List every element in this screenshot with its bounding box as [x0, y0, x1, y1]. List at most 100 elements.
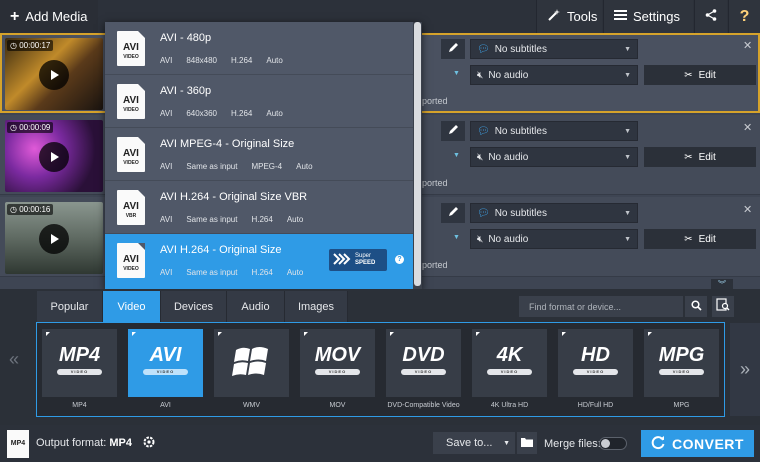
- convert-label: CONVERT: [672, 435, 744, 452]
- subtitles-select[interactable]: 💬︎ No subtitles ▼: [470, 203, 638, 223]
- format-panel: Popular Video Devices Audio Images Find …: [0, 289, 760, 425]
- format-card-4k[interactable]: 4K VIDEO: [472, 329, 547, 397]
- chevron-down-icon[interactable]: ▼: [453, 152, 460, 159]
- edit-pencil-button[interactable]: [441, 121, 465, 141]
- subtitles-value: No subtitles: [494, 43, 547, 55]
- preset-title: AVI H.264 - Original Size VBR: [160, 191, 308, 203]
- format-card-dvd[interactable]: DVD VIDEO: [386, 329, 461, 397]
- format-card-avi[interactable]: AVI VIDEO: [128, 329, 203, 397]
- format-card-mp4[interactable]: MP4 VIDEO: [42, 329, 117, 397]
- format-caption: HD/Full HD: [577, 402, 614, 409]
- scrollbar-thumb[interactable]: [414, 22, 421, 286]
- preset-item[interactable]: AVI VBR AVI H.264 - Original Size VBR AVI…: [105, 181, 413, 234]
- subtitles-select[interactable]: 💬︎ No subtitles ▼: [470, 121, 638, 141]
- preset-title: AVI - 360p: [160, 85, 212, 97]
- tools-button[interactable]: Tools: [536, 0, 602, 33]
- audio-select[interactable]: 🔇︎ No audio ▼: [470, 65, 638, 85]
- close-icon[interactable]: ✕: [743, 203, 752, 216]
- scroll-right-button[interactable]: »: [730, 323, 760, 416]
- subtitles-value: No subtitles: [494, 207, 547, 219]
- scissors-icon: ✂: [684, 69, 693, 81]
- subtitle-bubble-icon: 💬︎: [477, 207, 490, 219]
- settings-button[interactable]: Settings: [603, 0, 693, 33]
- scroll-left-arrow[interactable]: «: [9, 349, 19, 370]
- tab-devices[interactable]: Devices: [161, 291, 227, 322]
- tab-audio[interactable]: Audio: [227, 291, 285, 322]
- double-chevron-down-icon: ︾: [718, 280, 726, 289]
- pencil-icon: [448, 124, 459, 138]
- format-caption: MP4: [72, 402, 87, 409]
- audio-select[interactable]: 🔇︎ No audio ▼: [470, 147, 638, 167]
- play-icon[interactable]: [39, 142, 69, 172]
- play-icon[interactable]: [39, 60, 69, 90]
- preset-item[interactable]: AVI VIDEO AVI - 480p AVI 848x480 H.264 Auto: [105, 22, 413, 75]
- chevron-down-icon[interactable]: ▼: [453, 234, 460, 241]
- save-to-select[interactable]: Save to... ▼: [433, 432, 515, 454]
- edit-pencil-button[interactable]: [441, 39, 465, 59]
- detect-device-button[interactable]: [712, 296, 734, 317]
- audio-select[interactable]: 🔇︎ No audio ▼: [470, 229, 638, 249]
- tab-images[interactable]: Images: [285, 291, 348, 322]
- speaker-muted-icon: 🔇︎: [477, 233, 484, 245]
- preset-specs: AVI 848x480 H.264 Auto: [160, 56, 283, 65]
- plus-icon: +: [10, 7, 20, 25]
- preset-item[interactable]: AVI VIDEO AVI MPEG-4 - Original Size AVI S…: [105, 128, 413, 181]
- gear-icon[interactable]: [141, 434, 157, 453]
- convert-button[interactable]: CONVERT: [641, 430, 754, 457]
- add-media-label: Add Media: [25, 9, 88, 24]
- format-search-input[interactable]: Find format or device...: [519, 296, 683, 317]
- tab-popular[interactable]: Popular: [37, 291, 103, 322]
- scissors-icon: ✂: [684, 151, 693, 163]
- format-card-hd[interactable]: HD VIDEO: [558, 329, 633, 397]
- speaker-muted-icon: 🔇︎: [477, 69, 484, 81]
- preset-item[interactable]: AVI VIDEO AVI - 360p AVI 640x360 H.264 Auto: [105, 75, 413, 128]
- search-button[interactable]: [685, 296, 707, 317]
- audio-value: No audio: [488, 69, 529, 81]
- duration-badge: ◷ 00:00:16: [7, 204, 54, 215]
- share-button[interactable]: [694, 0, 727, 33]
- subtitles-value: No subtitles: [494, 125, 547, 137]
- close-icon[interactable]: ✕: [743, 39, 752, 52]
- format-card-mpg[interactable]: MPG VIDEO: [644, 329, 719, 397]
- speaker-muted-icon: 🔇︎: [477, 151, 484, 163]
- edit-label: Edit: [698, 151, 716, 163]
- tab-video[interactable]: Video: [103, 291, 161, 322]
- help-icon[interactable]: ?: [395, 255, 404, 264]
- close-icon[interactable]: ✕: [743, 121, 752, 134]
- format-card-wmv[interactable]: [214, 329, 289, 397]
- video-thumbnail[interactable]: ◷ 00:00:17: [5, 38, 103, 110]
- subtitles-select[interactable]: 💬︎ No subtitles ▼: [470, 39, 638, 59]
- dropdown-scrollbar[interactable]: [413, 22, 422, 290]
- open-folder-button[interactable]: [517, 432, 537, 454]
- audio-value: No audio: [488, 233, 529, 245]
- refresh-icon: [651, 435, 666, 453]
- chevron-down-icon[interactable]: ▼: [453, 70, 460, 77]
- hamburger-icon: [614, 9, 627, 24]
- format-card-mov[interactable]: MOV VIDEO: [300, 329, 375, 397]
- pencil-icon: [448, 206, 459, 220]
- play-icon[interactable]: [39, 224, 69, 254]
- add-media-button[interactable]: + Add Media: [0, 0, 98, 33]
- save-to-label: Save to...: [446, 437, 493, 449]
- edit-button[interactable]: ✂ Edit: [644, 147, 756, 167]
- share-icon: [705, 9, 717, 24]
- settings-label: Settings: [633, 9, 680, 24]
- video-thumbnail[interactable]: ◷ 00:00:09: [5, 120, 103, 192]
- format-caption: DVD-Compatible Video: [387, 402, 460, 409]
- help-button[interactable]: ?: [728, 0, 760, 33]
- chevron-down-icon: ▼: [503, 439, 510, 447]
- format-caption: MOV: [329, 402, 346, 409]
- edit-button[interactable]: ✂ Edit: [644, 65, 756, 85]
- preset-item-selected[interactable]: AVI VIDEO AVI H.264 - Original Size AVI Sa…: [105, 234, 413, 290]
- speed-chevrons-icon: [333, 252, 351, 268]
- scissors-icon: ✂: [684, 233, 693, 245]
- video-thumbnail[interactable]: ◷ 00:00:16: [5, 202, 103, 274]
- merge-files-toggle[interactable]: [599, 437, 627, 450]
- preset-list: AVI VIDEO AVI - 480p AVI 848x480 H.264 Auto …: [105, 22, 413, 290]
- edit-label: Edit: [698, 69, 716, 81]
- help-label: ?: [739, 7, 750, 25]
- chevron-down-icon: ▼: [624, 45, 631, 53]
- edit-button[interactable]: ✂ Edit: [644, 229, 756, 249]
- preset-specs: AVI Same as input MPEG-4 Auto: [160, 162, 313, 171]
- edit-pencil-button[interactable]: [441, 203, 465, 223]
